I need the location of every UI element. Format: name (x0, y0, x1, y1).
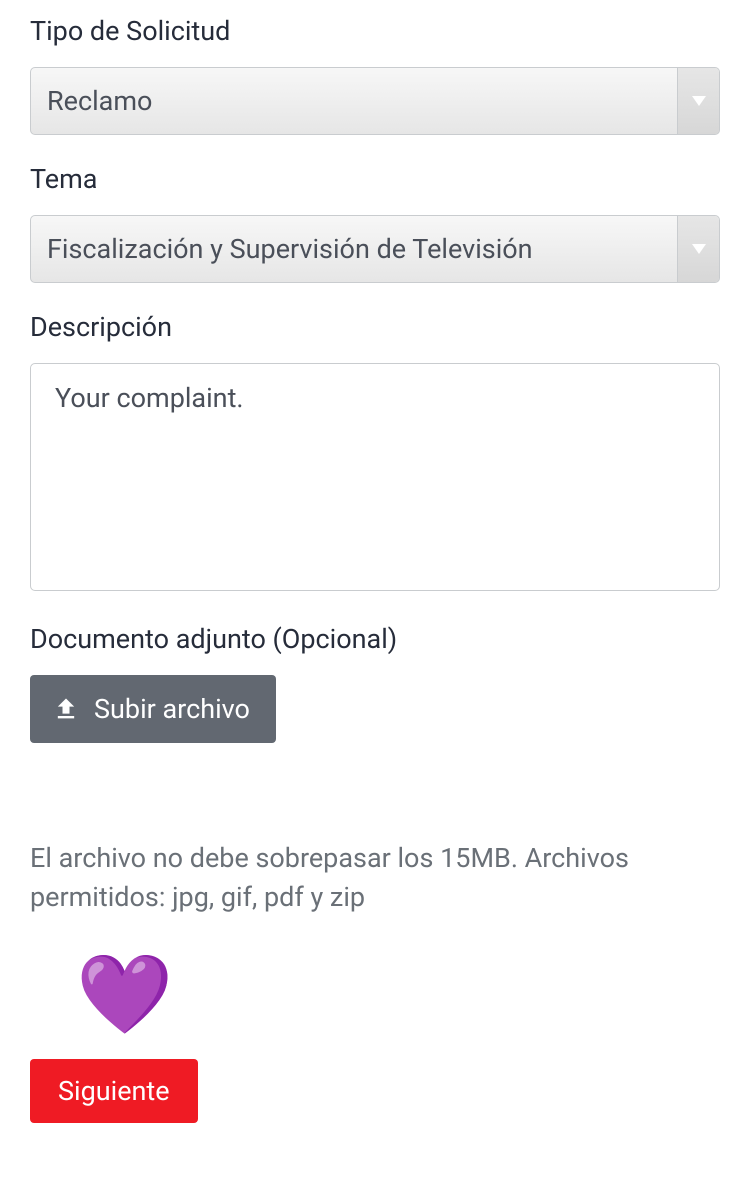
tipo-solicitud-label: Tipo de Solicitud (30, 15, 720, 47)
chevron-down-icon (677, 216, 719, 282)
upload-button-label: Subir archivo (94, 693, 250, 725)
documento-group: Documento adjunto (Opcional) Subir archi… (30, 623, 720, 743)
descripcion-textarea[interactable] (30, 363, 720, 591)
upload-icon (52, 695, 80, 723)
tema-select[interactable]: Fiscalización y Supervisión de Televisió… (30, 215, 720, 283)
heart-icon: 💜 (76, 957, 720, 1035)
tipo-solicitud-group: Tipo de Solicitud Reclamo (30, 15, 720, 135)
upload-file-button[interactable]: Subir archivo (30, 675, 276, 743)
descripcion-group: Descripción (30, 311, 720, 595)
tema-value: Fiscalización y Supervisión de Televisió… (31, 233, 677, 265)
file-help-text: El archivo no debe sobrepasar los 15MB. … (30, 839, 720, 917)
tipo-solicitud-select[interactable]: Reclamo (30, 67, 720, 135)
descripcion-label: Descripción (30, 311, 720, 343)
tema-label: Tema (30, 163, 720, 195)
chevron-down-icon (677, 68, 719, 134)
tipo-solicitud-value: Reclamo (31, 85, 677, 117)
tema-group: Tema Fiscalización y Supervisión de Tele… (30, 163, 720, 283)
documento-label: Documento adjunto (Opcional) (30, 623, 720, 655)
next-button[interactable]: Siguiente (30, 1059, 198, 1123)
